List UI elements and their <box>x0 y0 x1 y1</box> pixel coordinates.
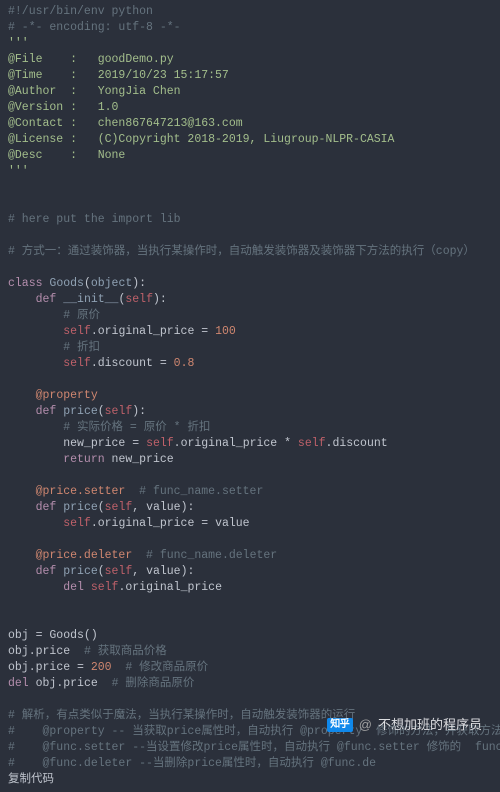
kw-class: class <box>8 277 43 290</box>
comment-disc: # 折扣 <box>63 341 100 354</box>
comment-set: # 修改商品原价 <box>125 661 208 674</box>
kw-def: def <box>36 405 57 418</box>
attr-original-price: original_price <box>98 325 195 338</box>
kw-return: return <box>63 453 104 466</box>
self-param: self <box>105 565 133 578</box>
fn-price-setter: price <box>63 501 98 514</box>
attr-discount: discount <box>98 357 153 370</box>
doc-file: @File : goodDemo.py <box>8 53 174 66</box>
self-ref: self <box>63 357 91 370</box>
param-value: value <box>146 565 181 578</box>
var-new-price: new_price <box>63 437 125 450</box>
self-param: self <box>105 501 133 514</box>
self-ref: self <box>298 437 326 450</box>
var-value: value <box>215 517 250 530</box>
fn-price-deleter: price <box>63 565 98 578</box>
attr-price: price <box>36 661 71 674</box>
doc-author: @Author : YongJia Chen <box>8 85 187 98</box>
kw-def: def <box>36 501 57 514</box>
attr-original-price: original_price <box>98 517 195 530</box>
docstring-open: ''' <box>8 37 29 50</box>
comment-method1: # 方式一：通过装饰器，当执行某操作时，自动触发装饰器及装饰器下方法的执行（co… <box>8 245 475 258</box>
comment-explain-2: # @property -- 当获取price属性时，自动执行 @propert… <box>8 725 500 738</box>
val-200: 200 <box>91 661 112 674</box>
class-name: Goods <box>49 277 84 290</box>
decorator-deleter: @price.deleter <box>36 549 133 562</box>
comment-del: # 删除商品原价 <box>112 677 195 690</box>
comment-explain-1: # 解析，有点类似于魔法，当执行某操作时，自动触发装饰器的运行 <box>8 709 355 722</box>
kw-def: def <box>36 565 57 578</box>
comment-import: # here put the import lib <box>8 213 181 226</box>
kw-def: def <box>36 293 57 306</box>
comment-get: # 获取商品价格 <box>84 645 167 658</box>
val-08: 0.8 <box>174 357 195 370</box>
code-block: #!/usr/bin/env python # -*- encoding: ut… <box>0 0 500 792</box>
self-ref: self <box>63 325 91 338</box>
self-ref: self <box>63 517 91 530</box>
param-value: value <box>146 501 181 514</box>
fn-price: price <box>63 405 98 418</box>
attr-price: price <box>63 677 98 690</box>
comment-setter: # func_name.setter <box>139 485 263 498</box>
self-param: self <box>105 405 133 418</box>
attr-discount: discount <box>332 437 387 450</box>
kw-del: del <box>63 581 84 594</box>
self-ref: self <box>91 581 119 594</box>
fn-init: __init__ <box>63 293 118 306</box>
doc-time: @Time : 2019/10/23 15:17:57 <box>8 69 229 82</box>
base-class: object <box>91 277 132 290</box>
line-obj-create: obj = Goods() <box>8 629 98 642</box>
self-ref: self <box>146 437 174 450</box>
attr-original-price: original_price <box>181 437 278 450</box>
comment-explain-4: # @func.deleter --当删除price属性时，自动执行 @func… <box>8 757 376 770</box>
comment-orig: # 原价 <box>63 309 100 322</box>
decorator-setter: @price.setter <box>36 485 126 498</box>
kw-del: del <box>8 677 29 690</box>
encoding-line: # -*- encoding: utf-8 -*- <box>8 21 181 34</box>
doc-version: @Version : 1.0 <box>8 101 118 114</box>
docstring-close: ''' <box>8 165 29 178</box>
self-param: self <box>125 293 153 306</box>
shebang: #!/usr/bin/env python <box>8 5 153 18</box>
comment-actual: # 实际价格 = 原价 * 折扣 <box>63 421 210 434</box>
doc-desc: @Desc : None <box>8 149 125 162</box>
doc-license: @License : (C)Copyright 2018-2019, Liugr… <box>8 133 394 146</box>
copy-code-label: 复制代码 <box>8 773 54 786</box>
doc-contact: @Contact : chen867647213@163.com <box>8 117 243 130</box>
comment-explain-3: # @func.setter --当设置修改price属性时，自动执行 @fun… <box>8 741 500 754</box>
attr-original-price: original_price <box>125 581 222 594</box>
comment-deleter: # func_name.deleter <box>146 549 277 562</box>
attr-price: price <box>36 645 71 658</box>
decorator-property: @property <box>36 389 98 402</box>
val-100: 100 <box>215 325 236 338</box>
var-new-price: new_price <box>112 453 174 466</box>
